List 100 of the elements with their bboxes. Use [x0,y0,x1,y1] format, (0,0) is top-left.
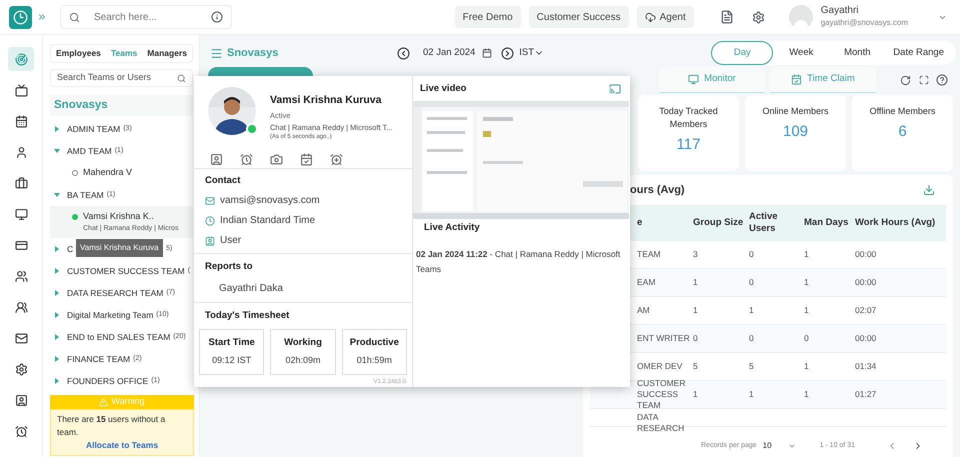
team-name[interactable]: FINANCE TEAM [67,352,130,366]
contact-detail: User [220,234,242,248]
section-title: Contact [205,174,242,188]
mail-icon [14,332,28,344]
tv-icon [14,84,28,96]
section-title: Live video [420,82,466,96]
table-cell-text: 1 [748,389,755,400]
table-cell-text: 0 [748,333,755,344]
stat-value: 117 [676,135,700,155]
users-icon [14,270,28,282]
table-cell-text: 0 [748,277,755,288]
calendar-icon [14,114,28,128]
date-label[interactable]: 02 Jan 2024 [423,46,476,60]
alarm-icon [14,424,28,438]
calendar-check-icon[interactable] [300,153,313,166]
column-header: Group Size [692,217,744,229]
previous-icon[interactable] [397,46,410,60]
radar-icon [14,52,28,66]
refresh-icon[interactable] [900,74,911,86]
user-badge-icon [14,394,28,406]
alarm-icon[interactable] [240,153,253,166]
table-cell-text: 00:00 [854,249,878,260]
cloud-download-icon [644,12,656,22]
settings-icon [14,362,28,376]
team-name[interactable]: ADMIN TEAM [67,122,120,136]
table-cell-text: 01:34 [854,361,878,372]
info-icon[interactable] [211,11,223,23]
table-cell-text: 1 [803,361,810,372]
table-cell-text: 1 [748,305,755,316]
team-name[interactable]: BA TEAM [67,188,104,202]
sidebar-tab[interactable]: Managers [147,47,187,60]
table-cell-text: 01:27 [854,389,878,400]
next-icon[interactable] [501,46,514,60]
sidebar-tab[interactable]: Employees [56,47,101,60]
timesheet-label: Working [284,336,322,350]
table-cell-text: 1 [692,389,699,400]
profile-icon[interactable] [210,153,223,166]
column-header: Active Users [748,211,779,235]
user-name: Gayathri [820,5,860,17]
team-name[interactable]: CUSTOMER SUCCESS TEAM [67,264,185,278]
warning-title: Warning [111,395,145,408]
table-cell-text: OMER DEV [636,361,684,372]
card-icon [14,238,28,252]
fullscreen-icon[interactable] [919,75,929,85]
search-field[interactable]: Search here... [60,5,232,29]
user-email: gayathri@snovasys.com [820,17,908,29]
team-name[interactable]: AMD TEAM [67,144,112,158]
toolbar-button[interactable]: Free Demo [454,6,521,28]
team-name[interactable]: END to END SALES TEAM [67,330,170,344]
team-icon [14,300,28,314]
clock-icon [205,216,215,226]
range-tab[interactable]: Week [773,41,830,65]
team-name[interactable]: DATA RESEARCH TEAM [67,286,164,300]
section-title: Live Activity [423,221,481,235]
id-card-icon [205,236,215,246]
search-input[interactable]: Search here... [94,10,194,24]
team-name[interactable]: FOUNDERS OFFICE [67,374,148,388]
table-title: ours (Avg) [630,182,685,198]
table-cell-text: 1 [803,389,810,400]
help-icon[interactable] [936,74,948,86]
table-cell-text: DATA RESEARCH [636,412,686,434]
table-cell-text: 02:07 [854,305,878,316]
team-search-field[interactable]: Search Teams or Users [50,69,193,87]
calendar-icon[interactable] [482,48,492,58]
stat-label: Offline Members [870,105,936,118]
expand-icon[interactable] [37,12,47,22]
team-name[interactable]: Digital Marketing Team [67,308,154,322]
range-tab[interactable]: Date Range [885,41,952,65]
team-search-input[interactable]: Search Teams or Users [57,71,172,85]
menu-icon[interactable] [210,46,223,60]
table-cell-text: 1 [692,277,699,288]
download-icon[interactable] [923,184,935,196]
app-logo[interactable] [9,6,32,28]
briefcase-icon [14,176,28,190]
timesheet-label: Productive [350,336,399,350]
toolbar-button[interactable]: Customer Success [528,6,629,28]
range-tab[interactable]: Month [829,41,886,65]
camera-icon[interactable] [270,153,283,166]
screen-icon[interactable] [609,83,621,95]
team-name[interactable]: C [67,242,74,256]
table-cell-text: 00:00 [854,277,878,288]
tooltip: Vamsi Krishna Kuruva [76,239,163,257]
member-row[interactable]: Mahendra V [50,162,193,184]
alarm-plus-icon[interactable] [330,153,343,166]
organization-name: Snovasys [54,98,108,113]
settings-icon[interactable] [752,10,765,24]
timezone-label[interactable]: IST [519,46,534,60]
per-page-select[interactable]: 10 [762,440,772,452]
page-title: Snovasys [227,46,278,61]
view-tab[interactable] [208,67,313,76]
clock-icon [13,10,28,24]
document-icon[interactable] [720,10,734,24]
calendar-icon [791,74,802,85]
column-header: e [636,217,644,229]
user-icon [14,146,28,158]
toolbar-button[interactable]: Agent [636,6,694,28]
table-cell-text: 0 [803,333,810,344]
allocate-link[interactable]: Allocate to Teams [86,439,158,452]
stat-label: Online Members [762,105,829,118]
column-header: Work Hours (Avg) [854,217,936,229]
